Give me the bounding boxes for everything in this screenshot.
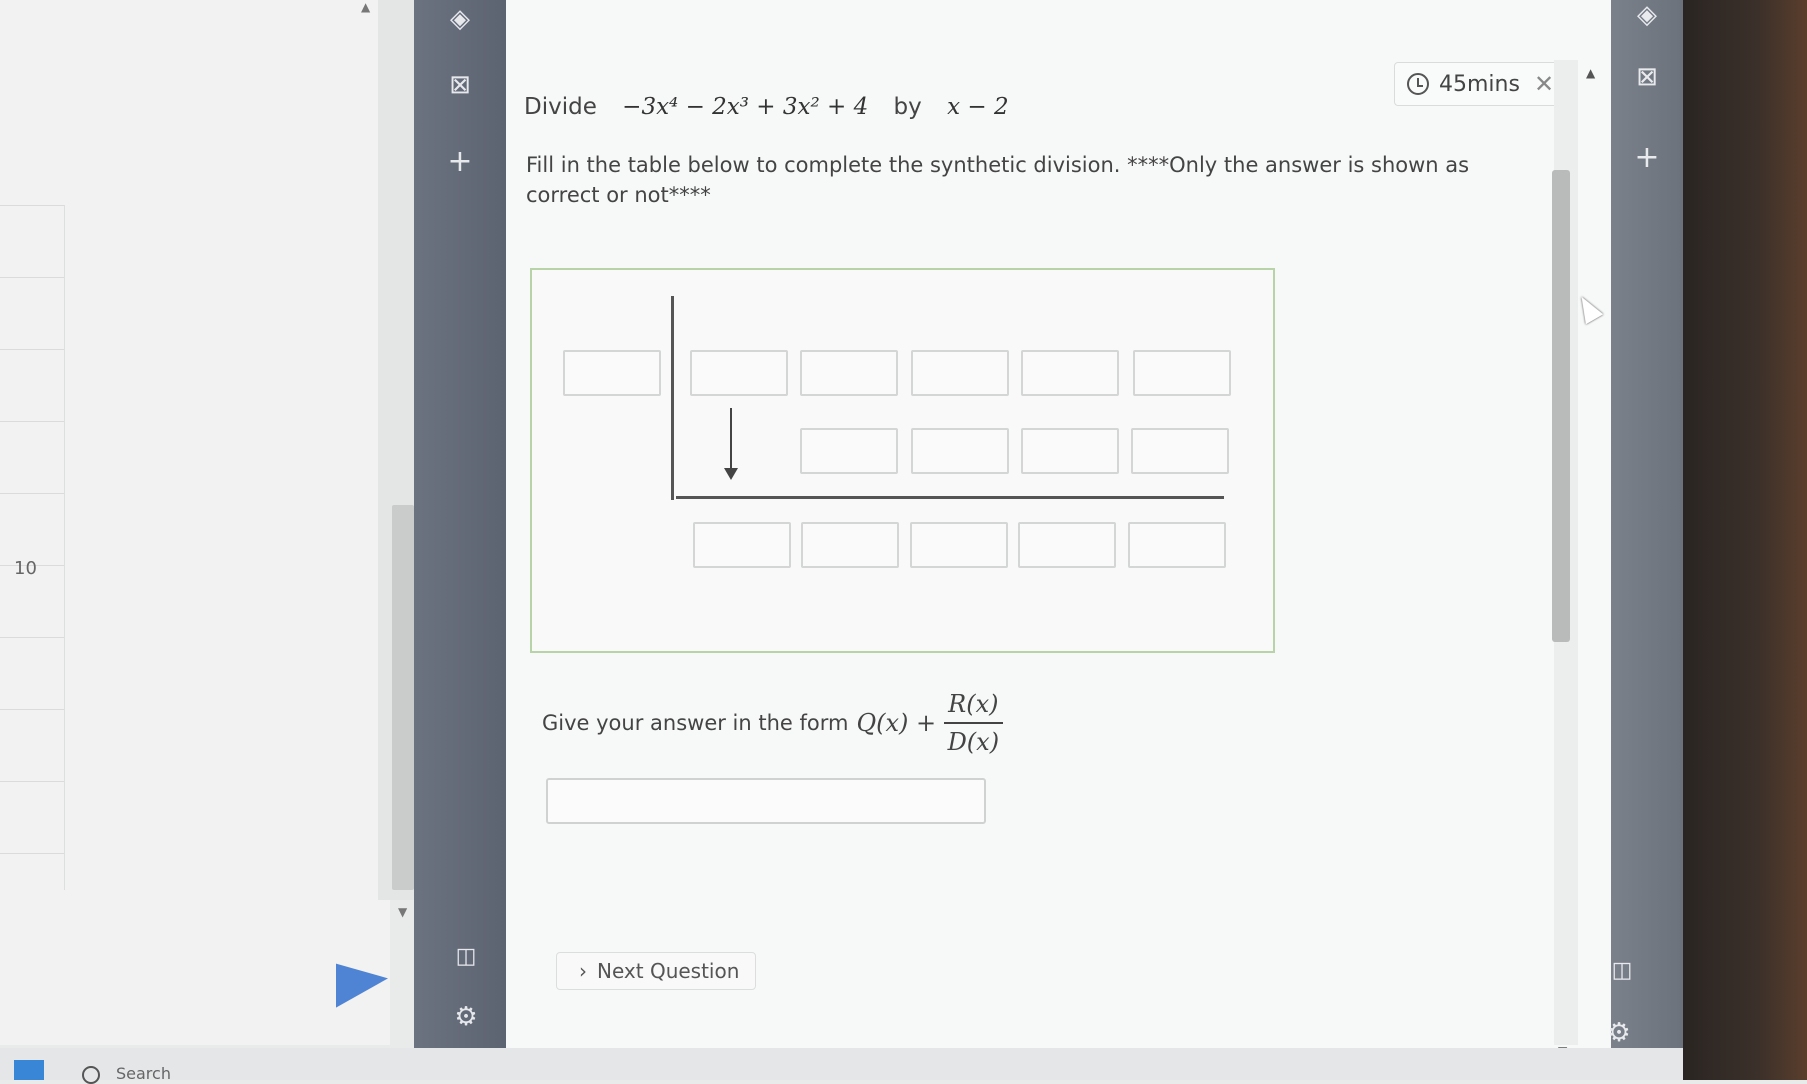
outlook-icon[interactable]: ⊠: [414, 70, 506, 100]
divisor: x − 2: [947, 94, 1009, 120]
product-input-3[interactable]: [1021, 428, 1119, 474]
product-input-2[interactable]: [911, 428, 1009, 474]
copilot-icon[interactable]: ◈: [1611, 0, 1683, 30]
send-arrow-icon[interactable]: [336, 956, 388, 1008]
taskbar-search[interactable]: Search: [116, 1064, 171, 1083]
coefficient-input-1[interactable]: [690, 350, 788, 396]
monitor-bezel: [1683, 0, 1807, 1080]
division-vertical-bar: [671, 296, 674, 500]
by-label: by: [893, 94, 922, 120]
next-question-button[interactable]: › Next Question: [556, 952, 756, 990]
product-input-1[interactable]: [800, 428, 898, 474]
add-icon[interactable]: +: [1611, 140, 1683, 175]
add-icon[interactable]: +: [414, 144, 506, 179]
search-icon[interactable]: [82, 1066, 100, 1084]
panel-icon[interactable]: ◫: [1586, 958, 1658, 983]
left-scrollbar-thumb[interactable]: [392, 505, 414, 890]
result-input-2[interactable]: [801, 522, 899, 568]
result-input-5[interactable]: [1128, 522, 1226, 568]
fraction-numerator: R(x): [944, 690, 1003, 724]
right-scrollbar-thumb[interactable]: [1552, 170, 1570, 642]
coefficient-input-5[interactable]: [1133, 350, 1231, 396]
instruction-text: Fill in the table below to complete the …: [526, 153, 1470, 207]
question-title: Divide −3x⁴ − 2x³ + 3x² + 4 by x − 2: [524, 94, 1027, 120]
result-input-3[interactable]: [910, 522, 1008, 568]
division-horizontal-bar: [676, 496, 1224, 499]
row-number: 10: [14, 558, 37, 579]
start-icon[interactable]: [14, 1060, 44, 1080]
chevron-right-icon: ›: [579, 959, 587, 983]
product-input-4[interactable]: [1131, 428, 1229, 474]
divisor-root-input[interactable]: [563, 350, 661, 396]
bring-down-arrow-icon: [724, 408, 738, 480]
spreadsheet-grid: [0, 205, 65, 890]
quotient-expression: Q(x) +: [856, 709, 937, 737]
result-input-4[interactable]: [1018, 522, 1116, 568]
scroll-down-icon[interactable]: ▼: [398, 905, 407, 919]
result-input-1[interactable]: [693, 522, 791, 568]
scroll-up-icon[interactable]: ▲: [1586, 66, 1595, 80]
outlook-icon[interactable]: ⊠: [1611, 62, 1683, 92]
timer-badge[interactable]: 45mins ✕: [1394, 62, 1560, 106]
taskbar: [0, 1048, 1683, 1080]
copilot-icon[interactable]: ◈: [414, 4, 506, 34]
answer-input[interactable]: [546, 778, 986, 824]
coefficient-input-3[interactable]: [911, 350, 1009, 396]
divide-label: Divide: [524, 94, 597, 120]
panel-icon[interactable]: ◫: [420, 944, 512, 969]
sidebar: ◈ ⊠ + ◫ ⚙: [414, 0, 506, 1048]
coefficient-input-2[interactable]: [800, 350, 898, 396]
coefficient-input-4[interactable]: [1021, 350, 1119, 396]
close-icon[interactable]: ✕: [1534, 70, 1554, 98]
scroll-up-icon[interactable]: ▲: [361, 0, 370, 14]
dividend: −3x⁴ − 2x³ + 3x² + 4: [622, 94, 869, 120]
fraction: R(x) D(x): [944, 690, 1003, 756]
right-sidebar: ◈ ⊠ + ◫ ⚙: [1607, 0, 1683, 1050]
answer-prompt-text: Give your answer in the form: [542, 711, 849, 735]
fraction-denominator: D(x): [947, 728, 1000, 756]
answer-prompt: Give your answer in the form Q(x) + R(x)…: [542, 690, 1003, 756]
settings-icon[interactable]: ⚙: [420, 1002, 512, 1032]
settings-icon[interactable]: ⚙: [1583, 1018, 1655, 1048]
timer-label: 45mins: [1439, 71, 1520, 97]
clock-icon: [1407, 73, 1429, 95]
next-question-label: Next Question: [597, 959, 740, 983]
